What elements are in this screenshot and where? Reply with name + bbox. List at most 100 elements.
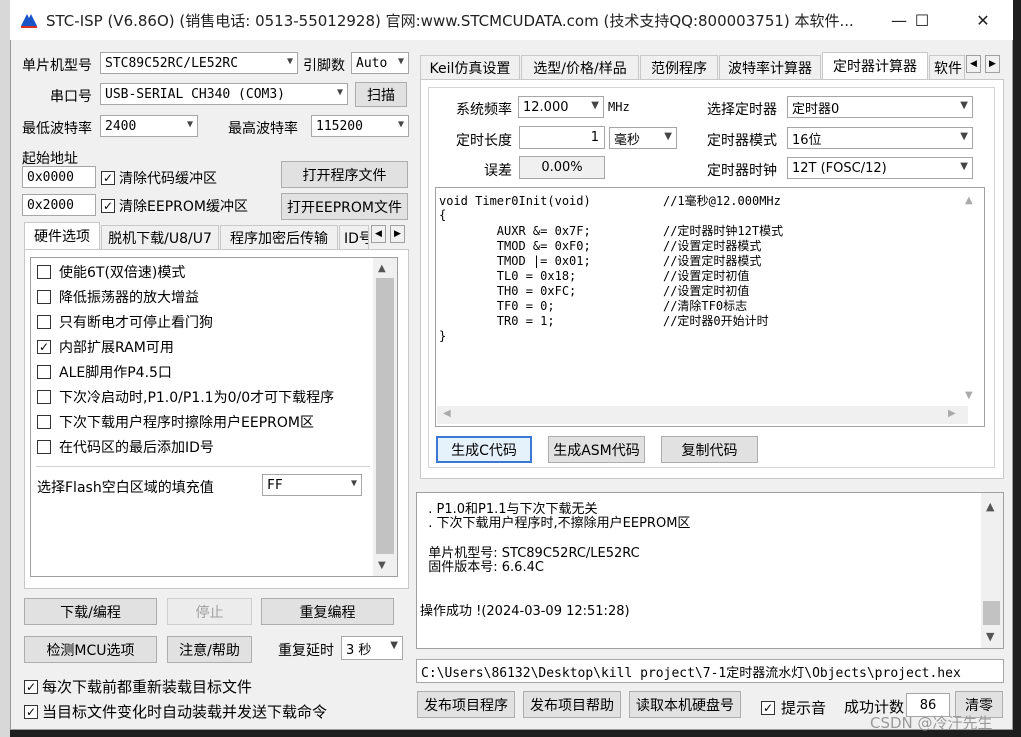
reload-checkbox[interactable]: ✓ (24, 679, 38, 694)
log-line: 固件版本号: 6.6.4C (420, 560, 544, 575)
clear-eeprom-checkbox-row[interactable]: ✓ 清除EEPROM缓冲区 (101, 196, 248, 216)
eeprom-address-input[interactable]: 0x2000 (22, 194, 96, 216)
option-checkbox[interactable] (37, 315, 51, 329)
auto-reload-checkbox[interactable]: ✓ (24, 704, 38, 719)
open-program-file-button[interactable]: 打开程序文件 (281, 161, 408, 188)
code-hscrollbar[interactable] (437, 406, 968, 424)
code-scroll-down-icon[interactable]: ▼ (965, 390, 973, 401)
code-line: TF0 = 0; //清除TF0标志 (439, 299, 748, 313)
clear-eeprom-checkbox[interactable]: ✓ (101, 199, 115, 213)
port-select[interactable]: USB-SERIAL CH340 (COM3) ▼ (100, 83, 348, 105)
code-line: TR0 = 1; //定时器0开始计时 (439, 314, 769, 328)
option-checkbox[interactable] (37, 440, 51, 454)
tab-encrypted-transfer[interactable]: 程序加密后传输 (220, 225, 338, 249)
sound-checkbox-row[interactable]: ✓ 提示音 (761, 697, 826, 718)
tab-keil-sim[interactable]: Keil仿真设置 (420, 55, 520, 79)
option-ale-pin[interactable]: ALE脚用作P4.5口 (37, 361, 172, 383)
port-label: 串口号 (50, 89, 92, 105)
option-watchdog[interactable]: 只有断电才可停止看门狗 (37, 311, 213, 333)
option-checkbox[interactable] (37, 265, 51, 279)
tab-scroll-left-icon[interactable]: ◀ (371, 225, 386, 243)
tab-timer-calculator[interactable]: 定时器计算器 (822, 52, 928, 79)
tab-examples[interactable]: 范例程序 (640, 55, 718, 79)
option-internal-ram[interactable]: ✓ 内部扩展RAM可用 (37, 336, 174, 358)
generate-c-code-button[interactable]: 生成C代码 (436, 436, 532, 463)
stop-button[interactable]: 停止 (167, 598, 252, 625)
code-scroll-left-icon[interactable]: ◀ (443, 408, 451, 419)
close-button[interactable]: ✕ (960, 0, 1006, 40)
timer-select[interactable]: 定时器0 ▼ (787, 96, 973, 118)
option-checkbox[interactable] (37, 390, 51, 404)
read-disk-id-button[interactable]: 读取本机硬盘号 (629, 691, 741, 718)
publish-help-button[interactable]: 发布项目帮助 (523, 691, 621, 718)
copy-code-button[interactable]: 复制代码 (661, 436, 758, 463)
tab-id-number[interactable]: ID号 (339, 225, 369, 249)
code-address-input[interactable]: 0x0000 (22, 166, 96, 188)
timer-clock-select[interactable]: 12T (FOSC/12) ▼ (787, 157, 973, 179)
tab-software[interactable]: 软件 (929, 55, 965, 79)
option-checkbox[interactable]: ✓ (37, 340, 51, 354)
background-window-strip (0, 0, 10, 737)
length-unit-select[interactable]: 毫秒 ▼ (609, 127, 677, 149)
length-label: 定时长度 (456, 133, 512, 149)
option-checkbox[interactable] (37, 290, 51, 304)
pins-select[interactable]: Auto ▼ (351, 52, 409, 74)
option-add-id[interactable]: 在代码区的最后添加ID号 (37, 436, 214, 458)
option-label: 使能6T(双倍速)模式 (59, 265, 186, 281)
fill-value-label: 选择Flash空白区域的填充值 (37, 480, 214, 496)
check-mcu-options-button[interactable]: 检测MCU选项 (24, 636, 157, 663)
timer-mode-select[interactable]: 16位 ▼ (787, 127, 973, 149)
option-label: 内部扩展RAM可用 (59, 340, 174, 356)
help-button[interactable]: 注意/帮助 (167, 636, 252, 663)
min-baud-value: 2400 (105, 118, 137, 134)
scroll-down-icon[interactable]: ▼ (378, 560, 386, 571)
min-baud-select[interactable]: 2400 ▼ (100, 115, 198, 137)
download-program-button[interactable]: 下载/编程 (24, 598, 157, 625)
scan-button[interactable]: 扫描 (355, 82, 407, 107)
open-eeprom-file-button[interactable]: 打开EEPROM文件 (281, 193, 408, 220)
length-input[interactable]: 1 (519, 126, 605, 149)
scroll-up-icon[interactable]: ▲ (378, 263, 386, 274)
clear-code-checkbox[interactable]: ✓ (101, 171, 115, 185)
sound-checkbox[interactable]: ✓ (761, 700, 775, 715)
log-scroll-down-icon[interactable]: ▼ (986, 630, 994, 643)
option-6t-mode[interactable]: 使能6T(双倍速)模式 (37, 261, 185, 283)
tab-baud-calculator[interactable]: 波特率计算器 (719, 55, 821, 79)
timer-select-label: 选择定时器 (707, 102, 777, 118)
log-scroll-up-icon[interactable]: ▲ (986, 500, 994, 513)
tab-scroll-right-icon[interactable]: ▶ (390, 225, 405, 243)
tab-selection-price[interactable]: 选型/价格/样品 (521, 55, 639, 79)
tab-hardware-options[interactable]: 硬件选项 (24, 222, 100, 249)
tab-scroll-right-icon[interactable]: ▶ (985, 55, 1000, 73)
window-title: STC-ISP (V6.86O) (销售电话: 0513-55012928) 官… (46, 12, 854, 30)
auto-reload-row[interactable]: ✓ 当目标文件变化时自动装载并发送下载命令 (24, 701, 327, 722)
repeat-program-button[interactable]: 重复编程 (261, 598, 394, 625)
option-label: 降低振荡器的放大增益 (59, 290, 199, 306)
reload-before-download-row[interactable]: ✓ 每次下载前都重新装载目标文件 (24, 676, 252, 697)
repeat-delay-value: 3 秒 (346, 642, 372, 658)
option-cold-boot-p1[interactable]: 下次冷启动时,P1.0/P1.1为0/0才可下载程序 (37, 386, 334, 408)
sysfreq-select[interactable]: 12.000 ▼ (518, 96, 604, 118)
code-scroll-right-icon[interactable]: ▶ (948, 408, 956, 419)
tab-scroll-left-icon[interactable]: ◀ (966, 55, 981, 73)
tab-offline-download[interactable]: 脱机下载/U8/U7 (101, 225, 219, 249)
option-checkbox[interactable] (37, 415, 51, 429)
fill-value-select[interactable]: FF ▼ (262, 474, 362, 496)
log-scrollbar-thumb[interactable] (983, 601, 1000, 625)
maximize-button[interactable]: ☐ (899, 0, 945, 40)
option-checkbox[interactable] (37, 365, 51, 379)
code-line: { (439, 208, 447, 222)
mcu-type-select[interactable]: STC89C52RC/LE52RC ▼ (100, 52, 298, 74)
max-baud-label: 最高波特率 (228, 121, 298, 137)
generate-asm-code-button[interactable]: 生成ASM代码 (548, 436, 645, 463)
file-path-field[interactable]: C:\Users\86132\Desktop\kill project\7-1定… (416, 659, 1004, 683)
repeat-delay-select[interactable]: 3 秒 ▼ (341, 636, 403, 660)
option-label: 下次下载用户程序时擦除用户EEPROM区 (59, 415, 314, 431)
publish-project-button[interactable]: 发布项目程序 (417, 691, 515, 718)
option-reduce-gain[interactable]: 降低振荡器的放大增益 (37, 286, 199, 308)
max-baud-select[interactable]: 115200 ▼ (311, 115, 409, 137)
code-scroll-up-icon[interactable]: ▲ (965, 195, 973, 206)
clear-code-checkbox-row[interactable]: ✓ 清除代码缓冲区 (101, 168, 217, 188)
options-scrollbar-thumb[interactable] (376, 278, 394, 554)
option-erase-eeprom[interactable]: 下次下载用户程序时擦除用户EEPROM区 (37, 411, 314, 433)
